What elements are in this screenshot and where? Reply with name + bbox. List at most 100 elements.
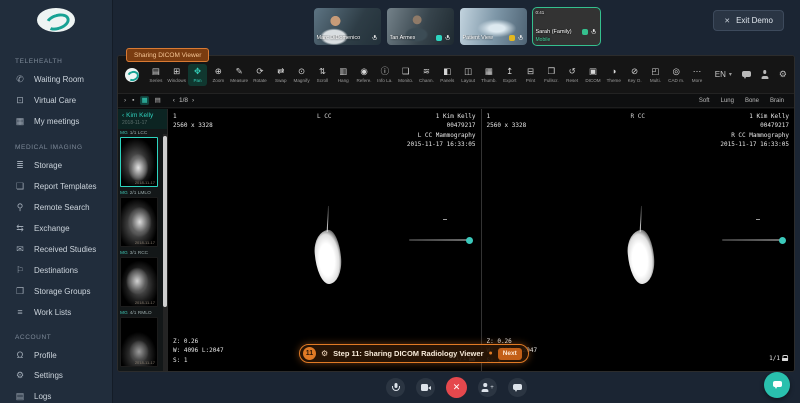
toolbar-tool[interactable]: ▥ Hang	[333, 64, 353, 86]
participant-badge	[436, 35, 442, 41]
series-thumbnail[interactable]: MG 4/1 RMLO 2018-11-17	[120, 311, 160, 367]
sidebar-item[interactable]: ≣ Storage	[0, 155, 112, 176]
toolbar-tool[interactable]: ↺ Reset	[562, 64, 582, 86]
series-thumbnail[interactable]: MG 1/1 LCC 2018-11-17	[120, 131, 160, 187]
viewer-content: ‹ Kim Kelly 2018-11-17 MG 1/1 LCC 2018-1…	[118, 109, 794, 371]
sidebar-item[interactable]: ❐ Storage Groups	[0, 281, 112, 302]
chat-button[interactable]	[508, 378, 527, 397]
top-bar: Marc DiDomenico Tan Armes	[113, 0, 800, 54]
list-view-icon[interactable]: ▤	[155, 96, 161, 105]
more-icon: ⋯	[693, 67, 702, 76]
participant-tile[interactable]: Marc DiDomenico	[314, 8, 381, 45]
toolbar-tool[interactable]: ⊘ Key O.	[625, 64, 645, 86]
toolbar-tool[interactable]: ▦ Thumb.	[479, 64, 499, 86]
sidebar-item[interactable]: ✆ Waiting Room	[0, 69, 112, 90]
toolbar-tool[interactable]: ◧ Panels	[437, 64, 457, 86]
toolbar-tool[interactable]: ◑ Theme	[604, 64, 624, 86]
toolbar-tool[interactable]: ≋ Chann.	[417, 64, 437, 86]
dicom-icon: ▣	[589, 67, 597, 76]
browser-controls: › ▪ ▦ ▤ ‹ 1/8 ›	[124, 96, 194, 105]
mic-icon	[392, 383, 399, 393]
toolbar-tool[interactable]: ⓘ Info La.	[375, 64, 395, 86]
toolbar-tool[interactable]: ◎ CAD m.	[666, 64, 686, 86]
toolbar-tool[interactable]: ⇅ Scroll	[313, 64, 333, 86]
viewer-subbar: › ▪ ▦ ▤ ‹ 1/8 › Soft Lung Bone Brain	[118, 94, 794, 108]
prev-page-icon[interactable]: ‹	[173, 97, 175, 104]
section-title: MEDICAL IMAGING	[0, 138, 112, 155]
viewport-left[interactable]: 1 2560 x 3328 L CC 1 Kim Kelly 00479217 …	[168, 109, 481, 371]
sidebar-item-label: Logs	[34, 392, 51, 401]
toolbar-tool[interactable]: ⇄ Swap	[271, 64, 291, 86]
series-browser: ‹ Kim Kelly 2018-11-17 MG 1/1 LCC 2018-1…	[118, 109, 168, 371]
collapse-browser-icon[interactable]: ›	[124, 96, 126, 105]
toolbar-tool[interactable]: ❐ Fullscr.	[541, 64, 561, 86]
sidebar-item[interactable]: ⇆ Exchange	[0, 218, 112, 239]
toolbar-tool[interactable]: ◰ Multi.	[646, 64, 666, 86]
toolbar-tool[interactable]: ⊙ Magnify	[292, 64, 312, 86]
sidebar-item[interactable]: ▦ My meetings	[0, 111, 112, 132]
sidebar-item[interactable]: Ω Profile	[0, 345, 112, 365]
support-icon[interactable]	[742, 71, 751, 79]
scroll-slider[interactable]	[409, 239, 471, 241]
toolbar-tool[interactable]: ❑ Monito.	[396, 64, 416, 86]
tool-label: Export	[503, 78, 516, 83]
sidebar-item[interactable]: ≡ Work Lists	[0, 302, 112, 322]
scroll-slider[interactable]	[722, 239, 784, 241]
sidebar-item[interactable]: ✉ Received Studies	[0, 239, 112, 260]
toolbar-tool[interactable]: ✥ Pan	[188, 64, 208, 86]
sidebar-item[interactable]: ⚲ Remote Search	[0, 197, 112, 218]
series-thumbnail[interactable]: MG 2/1 LMLO 2018-11-17	[120, 191, 160, 247]
image-index: 1	[487, 112, 527, 121]
window-preset[interactable]: Lung	[721, 98, 734, 104]
support-chat-fab[interactable]	[764, 372, 790, 398]
toolbar-tool[interactable]: ⊞ Windows	[167, 64, 187, 86]
series-icon: ▤	[152, 67, 160, 76]
participant-tile[interactable]: Patient View	[460, 8, 527, 45]
viewport-right[interactable]: 1 2560 x 3328 R CC 1 Kim Kelly 00479217 …	[481, 109, 795, 371]
exit-demo-button[interactable]: ✕ Exit Demo	[713, 10, 784, 31]
slider-knob[interactable]	[779, 237, 786, 244]
add-participant-button[interactable]: +	[478, 378, 497, 397]
next-step-button[interactable]: Next	[498, 348, 522, 360]
toolbar-tool[interactable]: ↥ Export	[500, 64, 520, 86]
section-title: ACCOUNT	[0, 328, 112, 345]
sidebar-item[interactable]: ▤ Logs	[0, 386, 112, 403]
series-thumbnail[interactable]: MG 3/1 RCC 2018-11-17	[120, 251, 160, 307]
toolbar-tool[interactable]: ✎ Measure	[229, 64, 249, 86]
window-preset[interactable]: Bone	[745, 98, 759, 104]
participant-tile[interactable]: Tan Armes	[387, 8, 454, 45]
window-preset[interactable]: Soft	[699, 98, 710, 104]
tool-label: Hang	[338, 78, 349, 83]
camera-button[interactable]	[416, 378, 435, 397]
toolbar-tool[interactable]: ⊕ Zoom	[208, 64, 228, 86]
sidebar-item[interactable]: ⚙ Settings	[0, 365, 112, 386]
toolbar-tool[interactable]: ⊟ Print	[521, 64, 541, 86]
toolbar-tool[interactable]: ▣ DICOM	[583, 64, 603, 86]
sidebar-item[interactable]: ⚐ Destinations	[0, 260, 112, 281]
window-presets: Soft Lung Bone Brain	[699, 98, 784, 104]
participant-tile[interactable]: 0:41 Sarah (Family) Mobile	[533, 8, 600, 45]
toolbar-tool[interactable]: ⟳ Rotate	[250, 64, 270, 86]
patient-header[interactable]: ‹ Kim Kelly 2018-11-17	[118, 109, 167, 129]
language-selector[interactable]: EN ▾	[715, 70, 732, 79]
grid-view-icon[interactable]: ▦	[140, 96, 148, 105]
thumbnail-image: 2018-11-17	[120, 197, 158, 247]
mute-mic-button[interactable]	[386, 378, 405, 397]
toolbar-tool[interactable]: ◉ Refere.	[354, 64, 374, 86]
window-preset[interactable]: Brain	[770, 98, 784, 104]
exchange-icon: ⇆	[15, 223, 25, 234]
sidebar-item[interactable]: ⊡ Virtual Care	[0, 90, 112, 111]
profile-icon[interactable]	[761, 70, 769, 79]
sidebar-item[interactable]: ❏ Report Templates	[0, 176, 112, 197]
stop-view-icon[interactable]: ▪	[132, 96, 134, 105]
toolbar-tool[interactable]: ▤ Series	[146, 64, 166, 86]
toolbar-tool[interactable]: ⋯ More	[687, 64, 707, 86]
toolbar-tool[interactable]: ◫ Layout	[458, 64, 478, 86]
scrollbar-thumb[interactable]	[163, 136, 167, 307]
hangup-button[interactable]: ✕	[446, 377, 467, 398]
participant-name: Sarah (Family)	[536, 29, 572, 35]
sidebar-item-label: Exchange	[34, 224, 70, 233]
slider-knob[interactable]	[466, 237, 473, 244]
next-page-icon[interactable]: ›	[192, 97, 194, 104]
settings-gear-icon[interactable]: ⚙	[779, 69, 787, 80]
